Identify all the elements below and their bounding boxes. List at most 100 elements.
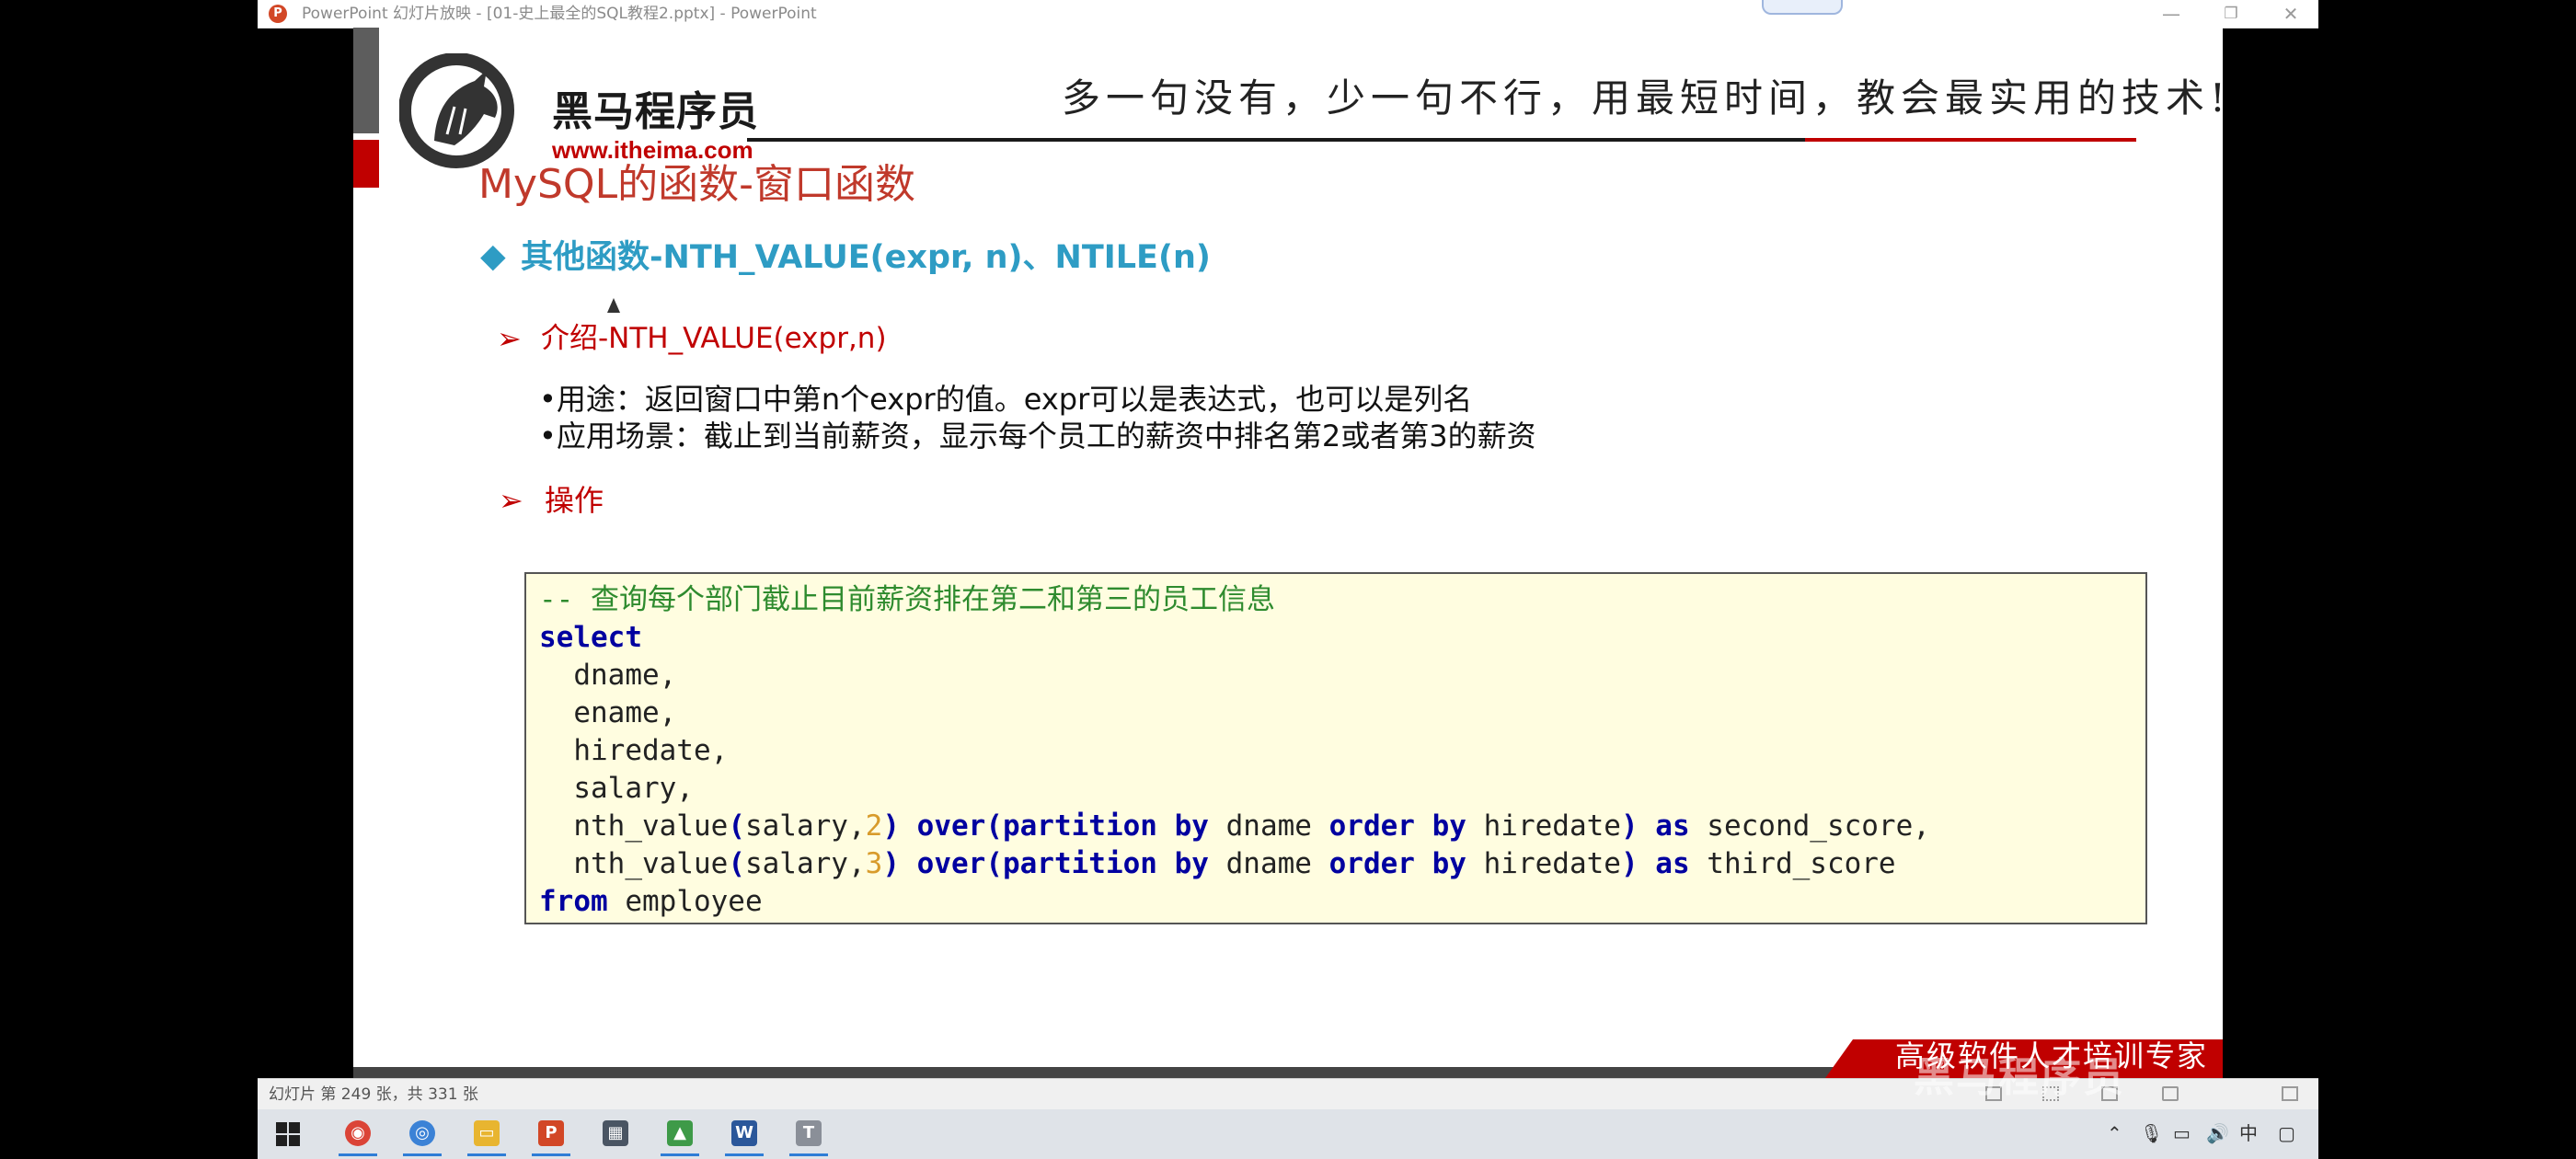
code-keyword: as xyxy=(1655,847,1690,880)
word-icon: W xyxy=(731,1120,757,1146)
volume-icon[interactable]: 🔊 xyxy=(2206,1124,2229,1142)
close-button[interactable]: ✕ xyxy=(2263,0,2318,28)
slide-title: MySQL的函数-窗口函数 xyxy=(478,161,915,208)
code-paren: ) xyxy=(1620,809,1639,843)
text-editor-icon: T xyxy=(796,1120,822,1146)
system-tray: ⌃ 🎙 ▭ 🔊 中 ▢ xyxy=(2107,1119,2309,1150)
slideshow-icon[interactable] xyxy=(2162,1086,2179,1101)
horse-logo-icon xyxy=(399,53,514,168)
taskbar-app-powerpoint[interactable]: P xyxy=(526,1116,576,1156)
code-function: nth_value xyxy=(539,809,729,843)
diamond-bullet-icon: ◆ xyxy=(480,237,506,275)
logo-text: 黑马程序员 xyxy=(552,88,759,135)
intro-heading: 介绍-NTH_VALUE(expr,n) xyxy=(541,322,887,355)
header-divider xyxy=(747,138,1805,142)
code-alias: second_score, xyxy=(1707,809,1930,843)
taskbar-app-chrome[interactable]: ◉ xyxy=(333,1116,383,1156)
code-identifier: dname xyxy=(1225,809,1312,843)
arrow-bullet-icon: ➢ xyxy=(499,483,523,518)
code-argument: salary, xyxy=(744,809,866,843)
active-indicator xyxy=(725,1153,764,1156)
code-keyword: by xyxy=(1432,809,1466,843)
browser-icon: ◎ xyxy=(409,1120,435,1146)
sql-code-block: -- 查询每个部门截止目前薪资排在第二和第三的员工信息 select dname… xyxy=(524,572,2147,924)
active-indicator xyxy=(403,1153,442,1156)
code-alias: third_score xyxy=(1707,847,1896,880)
code-paren: ) xyxy=(882,847,900,880)
video-watermark: 黑马程序员 xyxy=(1914,1054,2125,1101)
left-accent-bar-gray xyxy=(353,28,379,133)
active-indicator xyxy=(339,1153,377,1156)
code-column: ename, xyxy=(539,696,677,729)
ribbon-toggle-handle[interactable] xyxy=(1762,0,1843,15)
code-column: dname, xyxy=(539,659,677,692)
code-keyword: by xyxy=(1174,847,1209,880)
notes-icon[interactable] xyxy=(2282,1086,2298,1101)
operation-heading: 操作 xyxy=(545,483,604,518)
header-divider-accent xyxy=(1805,138,2136,142)
arrow-bullet-icon: ➢ xyxy=(497,321,522,356)
header-slogan: 多一句没有，少一句不行，用最短时间，教会最实用的技术! xyxy=(1062,75,2223,120)
active-indicator xyxy=(467,1153,506,1156)
code-keyword: over xyxy=(916,847,986,880)
code-paren: ( xyxy=(985,847,1003,880)
window-titlebar: P PowerPoint 幻灯片放映 - [01-史上最全的SQL教程2.ppt… xyxy=(258,0,2318,29)
chevron-up-icon[interactable]: ⌃ xyxy=(2107,1124,2122,1142)
taskbar-app-chart[interactable]: ▲ xyxy=(655,1116,705,1156)
code-paren: ( xyxy=(728,809,745,843)
taskbar-app-word[interactable]: W xyxy=(719,1116,769,1156)
microphone-icon[interactable]: 🎙 xyxy=(2140,1124,2163,1142)
code-keyword: partition xyxy=(1002,809,1157,843)
window-title: PowerPoint 幻灯片放映 - [01-史上最全的SQL教程2.pptx]… xyxy=(302,5,817,23)
restore-button[interactable]: ❐ xyxy=(2203,0,2259,28)
battery-icon[interactable]: ▭ xyxy=(2173,1124,2191,1142)
slide-counter: 幻灯片 第 249 张，共 331 张 xyxy=(269,1085,478,1104)
code-identifier: hiredate xyxy=(1483,809,1621,843)
description-usage: •用途：返回窗口中第n个expr的值。expr可以是表达式，也可以是列名 xyxy=(539,382,1473,417)
powerpoint-icon: P xyxy=(538,1120,564,1146)
code-keyword: by xyxy=(1432,847,1466,880)
active-indicator xyxy=(532,1153,570,1156)
mouse-cursor-icon xyxy=(605,296,622,315)
taskbar-app-browser[interactable]: ◎ xyxy=(397,1116,447,1156)
code-keyword: by xyxy=(1174,809,1209,843)
active-indicator xyxy=(661,1153,699,1156)
calculator-icon: ▦ xyxy=(603,1120,628,1146)
code-paren: ( xyxy=(728,847,745,880)
code-comment: -- 查询每个部门截止目前薪资排在第二和第三的员工信息 xyxy=(539,583,1275,616)
taskbar: ◉ ◎ ▭ P ▦ ▲ W T ⌃ 🎙 ▭ 🔊 中 ▢ xyxy=(258,1109,2318,1159)
itheima-logo: 黑马程序员 www.itheima.com xyxy=(399,53,758,168)
code-paren: ) xyxy=(882,809,900,843)
taskbar-app-text-editor[interactable]: T xyxy=(784,1116,834,1156)
taskbar-app-calculator[interactable]: ▦ xyxy=(591,1116,640,1156)
code-number: 2 xyxy=(865,809,883,843)
description-scenario: •应用场景：截止到当前薪资，显示每个员工的薪资中排名第2或者第3的薪资 xyxy=(539,419,1536,453)
code-table: employee xyxy=(625,885,763,918)
slide-canvas[interactable]: 黑马程序员 www.itheima.com 多一句没有，少一句不行，用最短时间，… xyxy=(353,28,2223,1078)
chrome-icon: ◉ xyxy=(345,1120,371,1146)
code-keyword: order xyxy=(1328,809,1415,843)
code-argument: salary, xyxy=(744,847,866,880)
input-method-icon[interactable]: 中 xyxy=(2239,1124,2258,1142)
code-paren: ( xyxy=(985,809,1003,843)
code-paren: ) xyxy=(1620,847,1639,880)
file-explorer-icon: ▭ xyxy=(474,1120,500,1146)
minimize-button[interactable]: — xyxy=(2144,0,2199,28)
code-identifier: dname xyxy=(1225,847,1312,880)
code-column: hiredate, xyxy=(539,734,729,767)
active-indicator xyxy=(789,1153,828,1156)
code-identifier: hiredate xyxy=(1483,847,1621,880)
windows-start-icon[interactable] xyxy=(276,1122,300,1146)
code-number: 3 xyxy=(865,847,883,880)
powerpoint-icon: P xyxy=(269,5,287,23)
code-column: salary, xyxy=(539,772,694,805)
code-keyword: as xyxy=(1655,809,1690,843)
code-keyword: from xyxy=(539,885,608,918)
notifications-icon[interactable]: ▢ xyxy=(2278,1124,2295,1142)
taskbar-app-file-explorer[interactable]: ▭ xyxy=(462,1116,512,1156)
code-keyword: select xyxy=(539,621,642,654)
chart-app-icon: ▲ xyxy=(667,1120,693,1146)
code-function: nth_value xyxy=(539,847,729,880)
code-keyword: order xyxy=(1328,847,1415,880)
sql-code: -- 查询每个部门截止目前薪资排在第二和第三的员工信息 select dname… xyxy=(539,581,1930,921)
